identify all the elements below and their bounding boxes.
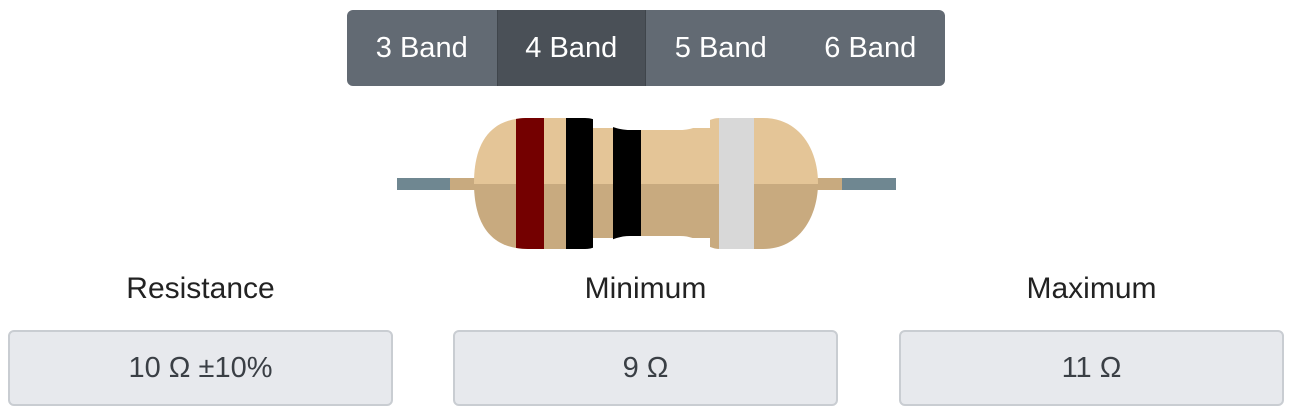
right-lead bbox=[840, 178, 896, 190]
resistor-diagram bbox=[397, 118, 896, 249]
resistance-label: Resistance bbox=[126, 272, 275, 305]
tolerance-band bbox=[719, 118, 754, 249]
band-2 bbox=[566, 118, 593, 249]
minimum-label: Minimum bbox=[584, 272, 707, 305]
maximum-label: Maximum bbox=[1026, 272, 1157, 305]
minimum-value: 9 Ω bbox=[453, 330, 838, 406]
maximum-value: 11 Ω bbox=[899, 330, 1284, 406]
band-1 bbox=[516, 118, 544, 249]
resistance-value: 10 Ω ±10% bbox=[8, 330, 393, 406]
left-lead bbox=[397, 178, 452, 190]
